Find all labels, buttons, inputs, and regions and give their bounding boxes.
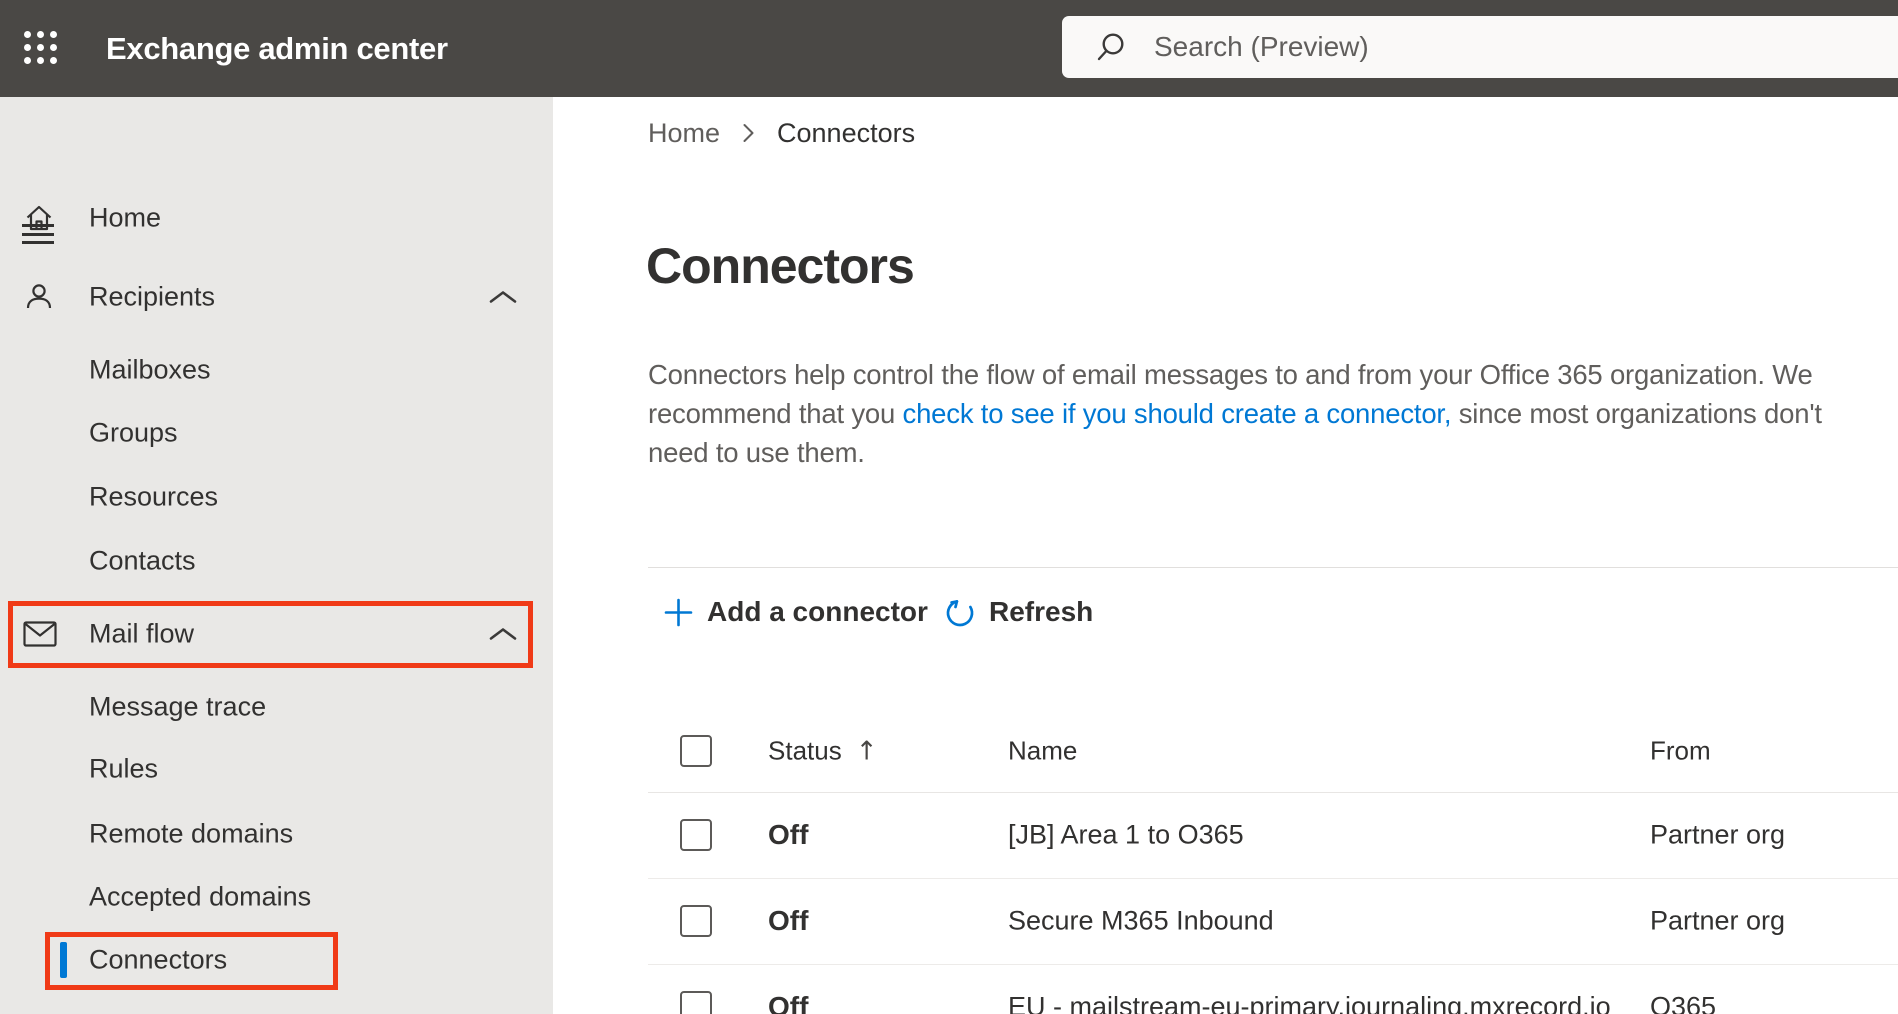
sidebar-item-contacts[interactable]: Contacts xyxy=(0,529,553,593)
chevron-up-icon[interactable] xyxy=(488,625,518,643)
sidebar-item-recipients[interactable]: Recipients xyxy=(0,265,553,329)
global-search-box[interactable] xyxy=(1062,16,1898,78)
breadcrumb-chevron-icon xyxy=(742,122,755,144)
sidebar-item-label: Mailboxes xyxy=(89,354,211,385)
sidebar-item-remote-domains[interactable]: Remote domains xyxy=(0,802,553,866)
plus-icon xyxy=(664,598,693,626)
sidebar-item-label: Accepted domains xyxy=(89,881,312,912)
app-launcher-waffle-icon[interactable] xyxy=(24,31,60,67)
page-title: Connectors xyxy=(646,238,915,294)
from-cell: Partner org xyxy=(1650,819,1786,850)
select-all-checkbox[interactable] xyxy=(680,734,712,767)
description-line-2: recommend that you xyxy=(648,398,903,429)
row-checkbox[interactable] xyxy=(680,991,712,1014)
refresh-label: Refresh xyxy=(989,596,1094,627)
column-header-name[interactable]: Name xyxy=(1008,735,1077,766)
table-row[interactable]: Off EU - mailstream-eu-primary.journalin… xyxy=(648,964,1898,1014)
home-icon xyxy=(23,202,55,234)
breadcrumb-home-link[interactable]: Home xyxy=(648,118,720,149)
breadcrumb: Home Connectors xyxy=(648,118,915,148)
description-line-1: Connectors help control the flow of emai… xyxy=(648,359,1813,390)
sidebar-item-mail-flow[interactable]: Mail flow xyxy=(0,602,553,666)
chevron-up-icon[interactable] xyxy=(488,288,518,306)
left-navigation: Home Recipients Mailboxes Groups Resourc… xyxy=(0,97,553,1014)
sidebar-item-rules[interactable]: Rules xyxy=(0,737,553,801)
sidebar-item-label: Remote domains xyxy=(89,818,294,849)
status-cell: Off xyxy=(768,991,809,1014)
sidebar-item-connectors[interactable]: Connectors xyxy=(0,928,553,992)
status-cell: Off xyxy=(768,905,809,936)
toolbar-divider xyxy=(648,567,1898,568)
sidebar-item-label: Mail flow xyxy=(89,618,195,649)
sort-ascending-icon: ↑ xyxy=(855,736,878,766)
sidebar-item-label: Contacts xyxy=(89,545,196,576)
status-cell: Off xyxy=(768,819,809,850)
sidebar-item-mailboxes[interactable]: Mailboxes xyxy=(0,338,553,402)
search-input[interactable] xyxy=(1152,30,1796,64)
column-header-from[interactable]: From xyxy=(1650,735,1711,766)
add-connector-button[interactable]: Add a connector xyxy=(662,594,928,630)
add-connector-label: Add a connector xyxy=(707,596,928,627)
sidebar-item-label: Connectors xyxy=(89,944,228,975)
description-line-3: need to use them. xyxy=(648,437,865,468)
sidebar-item-label: Rules xyxy=(89,753,159,784)
from-cell: O365 xyxy=(1650,991,1717,1014)
main-content: Home Connectors Connectors Connectors he… xyxy=(553,97,1898,1014)
refresh-icon xyxy=(946,600,974,627)
column-header-status[interactable]: Status ↑ xyxy=(768,735,878,766)
breadcrumb-current-page: Connectors xyxy=(777,117,916,148)
from-cell: Partner org xyxy=(1650,905,1786,936)
table-row[interactable]: Off Secure M365 Inbound Partner org xyxy=(648,878,1898,965)
sidebar-item-label: Recipients xyxy=(89,281,216,312)
sidebar-item-label: Resources xyxy=(89,481,219,512)
row-checkbox[interactable] xyxy=(680,819,712,851)
top-app-bar: Exchange admin center xyxy=(0,0,1898,97)
name-cell[interactable]: Secure M365 Inbound xyxy=(1008,906,1274,937)
page-description: Connectors help control the flow of emai… xyxy=(648,359,1822,468)
mail-icon xyxy=(23,621,57,647)
sidebar-item-label: Groups xyxy=(89,417,178,448)
selected-item-indicator xyxy=(60,942,67,978)
row-checkbox[interactable] xyxy=(680,905,712,937)
table-row[interactable]: Off [JB] Area 1 to O365 Partner org xyxy=(648,792,1898,879)
app-title: Exchange admin center xyxy=(106,31,448,66)
sidebar-item-resources[interactable]: Resources xyxy=(0,465,553,529)
name-cell[interactable]: EU - mailstream-eu-primary.journaling.mx… xyxy=(1008,992,1611,1014)
sidebar-item-accepted-domains[interactable]: Accepted domains xyxy=(0,865,553,929)
exchange-admin-center-screen: Exchange admin center Home xyxy=(0,0,1898,1014)
refresh-button[interactable]: Refresh xyxy=(943,594,1093,630)
sidebar-item-label: Message trace xyxy=(89,691,267,722)
sidebar-item-home[interactable]: Home xyxy=(0,186,553,250)
sidebar-item-message-trace[interactable]: Message trace xyxy=(0,675,553,739)
name-cell[interactable]: [JB] Area 1 to O365 xyxy=(1008,820,1244,851)
table-header-row: Status ↑ Name From xyxy=(648,709,1898,793)
create-connector-check-link[interactable]: check to see if you should create a conn… xyxy=(903,398,1452,429)
sidebar-item-label: Home xyxy=(89,202,162,233)
person-icon xyxy=(23,281,55,313)
sidebar-item-groups[interactable]: Groups xyxy=(0,401,553,465)
search-icon xyxy=(1097,33,1124,61)
